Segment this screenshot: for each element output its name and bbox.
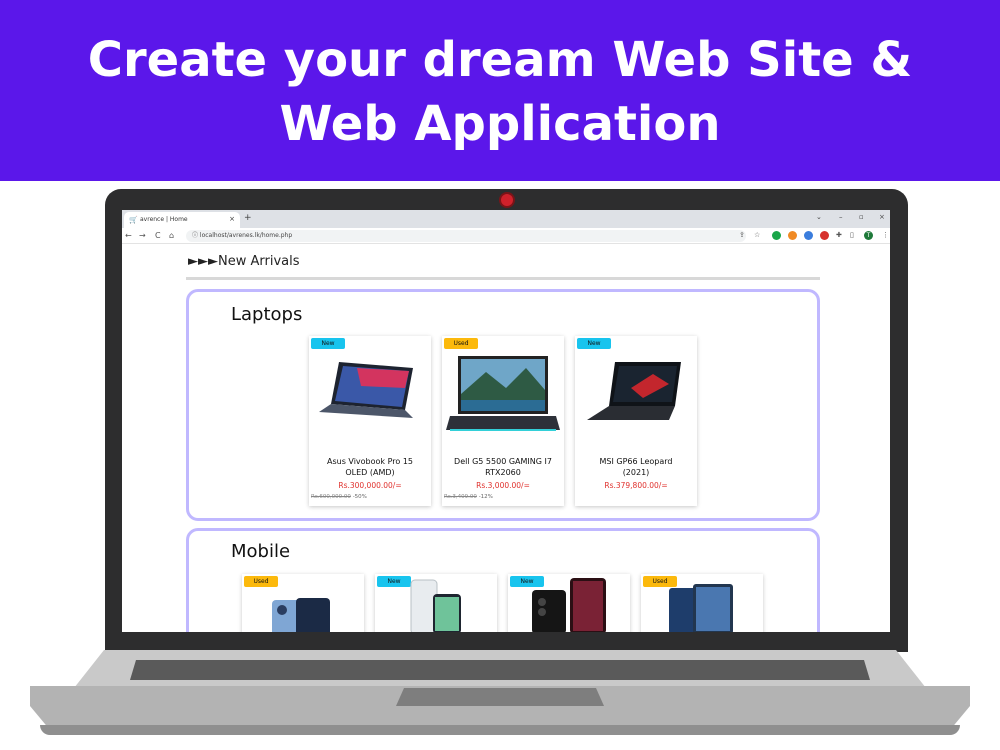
product-name: Dell G5 5500 GAMING I7 RTX2060 (454, 457, 552, 477)
old-price-discount: Rs.3,409.00 -12% (444, 494, 493, 500)
laptop-product-image (446, 356, 560, 431)
webcam-icon (501, 194, 513, 206)
product-card[interactable]: New MSI GP66 Leopard (2021) Rs.379,800.0… (575, 336, 697, 506)
laptop-screen: 🛒 avrence | Home × + ⌄ – ▫ × ← → C ⌂ ⓘ l… (122, 210, 890, 632)
product-card[interactable]: New Asus Vivobook Pro 15 OLED (AMD) Rs.3… (309, 336, 431, 506)
puzzle-extensions-icon[interactable]: ✚ (836, 231, 842, 239)
product-name: MSI GP66 Leopard (2021) (599, 457, 673, 477)
url-text: localhost/avrenes.lk/home.php (199, 232, 293, 239)
laptop-base-edge (40, 725, 960, 735)
browser-tab-bar: 🛒 avrence | Home × + ⌄ – ▫ × (122, 210, 890, 228)
share-icon[interactable]: ⇪ (739, 231, 745, 239)
product-name: Asus Vivobook Pro 15 OLED (AMD) (326, 457, 414, 477)
product-card[interactable]: Used (641, 574, 763, 632)
laptop-trackpad (396, 688, 604, 706)
mobile-category-box: Mobile Used New New Used (186, 528, 820, 632)
phone-product-image (669, 584, 733, 632)
forward-button[interactable]: → (139, 231, 146, 240)
tab-search-chevron-icon[interactable]: ⌄ (816, 213, 822, 221)
phone-product-image (532, 578, 606, 632)
profile-avatar[interactable]: T (864, 231, 873, 240)
new-tab-button[interactable]: + (244, 213, 252, 223)
category-title: Mobile (231, 541, 291, 562)
minimize-button[interactable]: – (839, 213, 843, 221)
browser-tab[interactable]: 🛒 avrence | Home × (124, 212, 240, 228)
extension-icon[interactable] (772, 231, 781, 240)
condition-badge: Used (444, 338, 478, 349)
product-card[interactable]: New (375, 574, 497, 632)
laptop-product-image (587, 362, 681, 420)
info-icon: ⓘ (192, 232, 200, 239)
banner-line-1: Create your dream Web Site & (87, 32, 913, 88)
banner-headline: Create your dream Web Site & Web Applica… (0, 28, 1000, 156)
promo-banner: Create your dream Web Site & Web Applica… (0, 0, 1000, 181)
browser-toolbar: ← → C ⌂ ⓘ localhost/avrenes.lk/home.php … (122, 228, 890, 244)
restore-button[interactable]: ▫ (859, 213, 864, 221)
product-price: Rs.3,000.00/= (476, 481, 530, 490)
section-divider (186, 277, 820, 280)
section-heading: ►►►New Arrivals (188, 254, 300, 269)
product-price: Rs.300,000.00/= (338, 481, 402, 490)
extension-icon[interactable] (820, 231, 829, 240)
category-title: Laptops (231, 304, 303, 325)
condition-badge: New (577, 338, 611, 349)
home-button[interactable]: ⌂ (169, 231, 174, 240)
menu-kebab-icon[interactable]: ⋮ (882, 231, 889, 239)
cart-favicon-icon: 🛒 (129, 216, 138, 224)
product-card[interactable]: Used Dell G5 5500 GAMING I7 RTX2060 Rs.3… (442, 336, 564, 506)
laptop-keyboard (130, 660, 870, 680)
close-window-button[interactable]: × (879, 213, 885, 221)
phone-product-image (410, 579, 461, 632)
product-card[interactable]: Used (242, 574, 364, 632)
tab-close-icon[interactable]: × (229, 215, 235, 223)
extension-icon[interactable] (804, 231, 813, 240)
phone-product-image (272, 598, 330, 632)
bookmark-star-icon[interactable]: ☆ (754, 231, 760, 239)
condition-badge: Used (244, 576, 278, 587)
reload-button[interactable]: C (155, 231, 161, 240)
back-button[interactable]: ← (125, 231, 132, 240)
sidebar-icon[interactable]: ▯ (850, 231, 854, 239)
laptops-category-box: Laptops New Asus Vivobook Pro 15 OLED (A… (186, 289, 820, 521)
laptop-product-image (319, 362, 413, 418)
tab-title: avrence | Home (140, 216, 188, 223)
product-card[interactable]: New (508, 574, 630, 632)
product-price: Rs.379,800.00/= (604, 481, 668, 490)
banner-line-2: Web Application (279, 96, 721, 152)
web-page: ►►►New Arrivals Laptops New Asus Vivoboo… (122, 245, 890, 632)
condition-badge: New (311, 338, 345, 349)
old-price-discount: Rs.600,000.00 -50% (311, 494, 367, 500)
address-bar[interactable]: ⓘ localhost/avrenes.lk/home.php (186, 230, 746, 242)
extension-icon[interactable] (788, 231, 797, 240)
